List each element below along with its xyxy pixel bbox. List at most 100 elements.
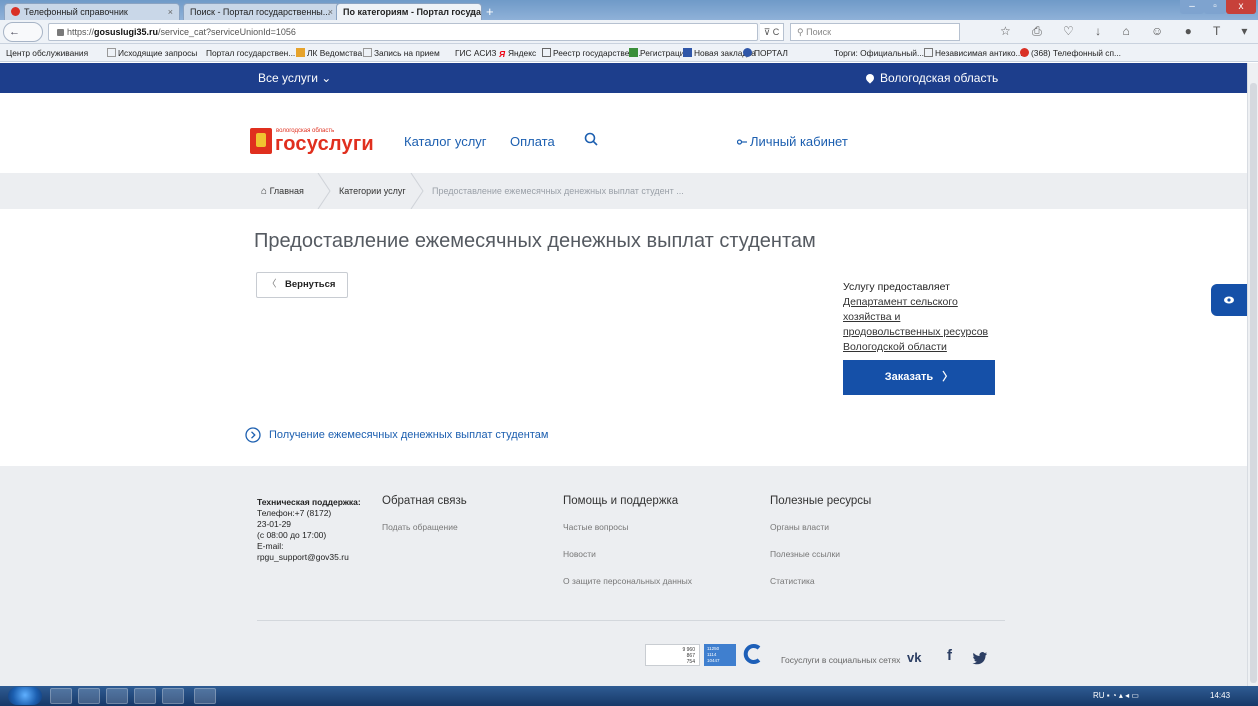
support-email-label: E-mail: [257,541,284,551]
provider-link[interactable]: продовольственных ресурсов [843,325,1023,340]
support-hours: (с 08:00 до 17:00) [257,530,327,540]
page-viewport: Все услуги ⌄ Вологодская область вологод… [0,63,1247,686]
vk-icon[interactable]: vk [907,650,921,665]
tab-label: По категориям - Портал госуда... [343,7,482,17]
bookmark-item[interactable]: (368) Телефонный сп... [1020,48,1121,58]
taskbar-app-window[interactable] [162,688,184,704]
footer-divider [257,620,1005,621]
search-placeholder: Поиск [806,27,832,37]
bookmark-label: Исходящие запросы [118,48,198,58]
news-link[interactable]: Новости [563,549,596,559]
start-button[interactable] [8,687,42,705]
social-label: Госуслуги в социальных сетях [781,655,901,665]
tab-categories[interactable]: По категориям - Портал госуда... × [336,3,482,20]
page-scrollbar[interactable] [1247,63,1258,686]
counter-logo-icon[interactable] [741,643,763,665]
bookmark-item[interactable]: Реестр государствен... [542,48,641,58]
support-email[interactable]: rpgu_support@gov35.ru [257,552,377,563]
order-button[interactable]: Заказать 〉 [843,360,995,395]
bookmark-item[interactable]: Центр обслуживания [6,48,88,58]
system-tray[interactable]: RU ▪ ◔ ▴ ◂ ▭ [1093,691,1139,700]
reload-button[interactable]: ⊽ C [760,23,784,41]
faq-link[interactable]: Частые вопросы [563,522,628,532]
bookmark-item[interactable]: Торги: Официальный... [834,48,924,58]
accessibility-eye-button[interactable] [1211,284,1247,316]
maximize-button[interactable]: ▫ [1204,0,1226,14]
bookmark-item[interactable]: Портал государствен... [206,48,295,58]
portal-icon [743,48,752,57]
provider-link[interactable]: Департамент сельского [843,295,1023,310]
bookmark-item[interactable]: Независимая антико... [924,48,1022,58]
useful-links-link[interactable]: Полезные ссылки [770,549,840,559]
all-services-menu[interactable]: Все услуги ⌄ [258,71,331,85]
useful-heading: Полезные ресурсы [770,495,872,507]
breadcrumb-home[interactable]: ⌂ Главная [261,186,304,197]
support-phone-number: 23-01-29 [257,519,292,529]
back-link-button[interactable]: 〈 Вернуться [256,272,348,298]
bookmark-icon [296,48,305,57]
scrollbar-thumb[interactable] [1250,83,1257,683]
provider-link[interactable]: хозяйства и [843,310,1023,325]
close-tab-icon[interactable]: × [168,7,173,17]
taskbar-app-window[interactable] [194,688,216,704]
counter-value: 754 [686,659,695,665]
taskbar-app-explorer[interactable] [50,688,72,704]
taskbar-app-media[interactable] [106,688,128,704]
bookmark-item[interactable]: Исходящие запросы [107,48,197,58]
gosuslugi-logo[interactable]: вологодская область госуслуги [250,127,374,157]
visitor-counter[interactable]: 9 960 867 754 [645,644,700,666]
clock[interactable]: 14:43 [1210,691,1230,700]
privacy-link[interactable]: О защите персональных данных [563,576,692,586]
bookmark-item[interactable]: ГИС АСИЗ [455,48,496,58]
chevron-circle-icon [245,427,261,443]
key-icon [737,139,747,145]
bookmark-item[interactable]: ПОРТАЛ [743,48,788,58]
feedback-link[interactable]: Подать обращение [382,522,458,532]
tab-search-portal[interactable]: Поиск - Портал государственны... × [183,3,340,20]
bookmark-item[interactable]: Регистрация [629,48,689,58]
bookmark-label: (368) Телефонный сп... [1031,48,1121,58]
folder-icon [107,48,116,57]
facebook-icon[interactable]: f [947,647,952,664]
minimize-button[interactable]: – [1180,0,1204,14]
provider-link[interactable]: Вологодской области [843,340,1023,355]
address-bar[interactable]: https://gosuslugi35.ru/service_cat?servi… [48,23,758,41]
bookmark-item[interactable]: Запись на прием [363,48,440,58]
back-button[interactable]: ← [3,22,43,42]
personal-cabinet-link[interactable]: Личный кабинет [737,134,848,149]
menu-payment[interactable]: Оплата [510,134,555,149]
region-selector[interactable]: Вологодская область [864,71,998,85]
chevron-right-icon: 〉 [942,371,954,383]
close-window-button[interactable]: x [1226,0,1256,14]
bookmark-label: Запись на прием [374,48,440,58]
bookmark-item[interactable]: ЛК Ведомства [296,48,362,58]
tech-support: Техническая поддержка: Телефон:+7 (8172)… [257,497,377,563]
menu-catalog[interactable]: Каталог услуг [404,134,487,149]
breadcrumb-categories[interactable]: Категории услуг [339,186,406,196]
taskbar-app-firefox[interactable] [78,688,100,704]
breadcrumb-current: Предоставление ежемесячных денежных выпл… [432,186,684,196]
tab-phone-directory[interactable]: Телефонный справочник × [4,3,180,20]
tab-label: Поиск - Портал государственны... [190,7,331,17]
new-tab-button[interactable]: + [486,4,494,19]
close-tab-icon[interactable]: × [328,7,333,17]
toolbar-icons[interactable]: ☆ ⎙ ♡ ↓ ⌂ ☺ ● T ▾ ≡ [1000,24,1258,39]
bookmark-label: Регистрация [640,48,689,58]
language-indicator[interactable]: RU [1093,691,1105,700]
home-icon: ⌂ [261,186,268,197]
search-icon[interactable] [584,132,598,146]
statistics-link[interactable]: Статистика [770,576,815,586]
bookmark-item[interactable]: Я Яндекс [499,48,536,59]
cabinet-label: Личный кабинет [750,134,848,149]
close-tab-icon[interactable]: × [470,7,475,17]
liveinternet-counter[interactable]: 11250 1114 10447 [704,644,736,666]
taskbar-app-window[interactable] [134,688,156,704]
bookmark-label: Независимая антико... [935,48,1023,58]
service-sublink[interactable]: Получение ежемесячных денежных выплат ст… [245,427,548,443]
authorities-link[interactable]: Органы власти [770,522,829,532]
twitter-icon[interactable] [972,651,988,665]
taskbar: RU ▪ ◔ ▴ ◂ ▭ 14:43 [0,686,1258,706]
location-pin-icon [864,72,876,84]
order-label: Заказать [884,371,934,383]
search-input[interactable]: ⚲ Поиск [790,23,960,41]
